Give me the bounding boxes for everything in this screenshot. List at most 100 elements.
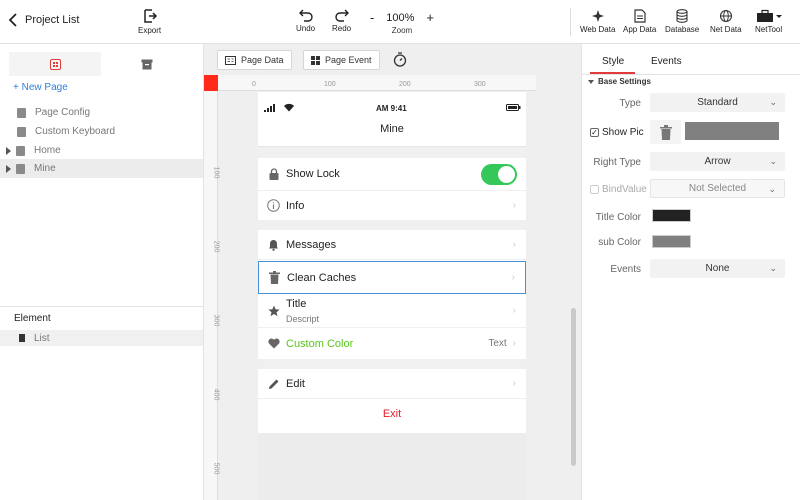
list-row-custom-color[interactable]: Custom Color Text ›	[258, 328, 526, 360]
list-row-show-lock[interactable]: Show Lock	[258, 158, 526, 191]
heart-icon	[267, 338, 280, 349]
zoom-in-button[interactable]: +	[426, 10, 434, 25]
nav-title: Mine	[380, 123, 404, 135]
list-row-info[interactable]: Info ›	[258, 191, 526, 221]
tab-events[interactable]: Events	[651, 56, 682, 67]
list-element-icon	[19, 334, 25, 342]
timer-button[interactable]	[393, 52, 407, 70]
toolbar-divider	[570, 8, 571, 36]
redo-button[interactable]: Redo	[332, 8, 351, 33]
chevron-right-icon: ›	[511, 272, 515, 283]
sub-color-swatch[interactable]	[652, 235, 691, 248]
tab-style[interactable]: Style	[602, 56, 624, 67]
element-item-list[interactable]: List	[0, 330, 203, 346]
list-row-messages[interactable]: Messages ›	[258, 230, 526, 260]
chevron-right-icon: ›	[512, 378, 516, 389]
app-data-button[interactable]: App Data	[623, 9, 656, 34]
show-lock-toggle[interactable]	[481, 163, 517, 185]
zoom-value: 100%	[386, 11, 415, 24]
phone-bottom-area	[258, 433, 526, 500]
pic-preview[interactable]	[685, 122, 779, 140]
toolbox-icon	[756, 9, 782, 22]
page-data-button[interactable]: Page Data	[217, 50, 292, 70]
pic-picker[interactable]	[650, 120, 681, 144]
page-item-home[interactable]: Home	[0, 141, 203, 160]
web-data-button[interactable]: Web Data	[580, 9, 615, 34]
events-select[interactable]: None ⌄	[650, 259, 785, 278]
trash-icon	[659, 124, 672, 140]
row-value-text: Text	[488, 338, 507, 349]
bind-value-checkbox-row[interactable]: BindValue	[590, 184, 647, 195]
toggle-knob	[498, 165, 515, 183]
horizontal-ruler: 0 100 200 300	[218, 75, 536, 91]
page-item-mine[interactable]: Mine	[0, 159, 203, 178]
page-event-button[interactable]: Page Event	[303, 50, 380, 70]
document-icon	[634, 9, 646, 23]
tab-pages[interactable]	[9, 52, 101, 76]
vertical-ruler: 100 200 300 400 500	[204, 91, 219, 500]
database-icon	[676, 9, 688, 23]
zoom-out-button[interactable]: -	[370, 10, 374, 25]
chevron-down-icon: ⌄	[769, 156, 777, 166]
back-label: Project List	[25, 14, 80, 26]
page-icon	[17, 126, 26, 137]
battery-icon	[506, 104, 521, 111]
right-type-select[interactable]: Arrow ⌄	[650, 152, 785, 171]
trash-icon	[268, 271, 281, 284]
archive-icon	[141, 59, 153, 69]
tab-archive[interactable]	[101, 52, 193, 76]
pencil-icon	[267, 378, 280, 390]
section-gap	[258, 221, 526, 230]
new-page-button[interactable]: + New Page	[13, 82, 68, 93]
zoom-label: Zoom	[391, 26, 413, 35]
info-icon	[267, 199, 280, 212]
list-row-edit[interactable]: Edit ›	[258, 369, 526, 399]
show-pic-checkbox-row[interactable]: ✓ Show Pic	[590, 127, 644, 138]
redo-icon	[334, 9, 349, 22]
show-pic-checkbox[interactable]: ✓	[590, 128, 599, 137]
top-toolbar: Project List Export Undo Redo - 100% + Z…	[0, 0, 800, 44]
properties-panel: Style Events Base Settings Type Standard…	[581, 44, 800, 500]
ruler-corner-marker	[204, 75, 218, 91]
star-icon	[267, 305, 280, 317]
net-data-button[interactable]: Net Data	[710, 9, 742, 34]
grid-event-icon	[311, 55, 320, 65]
signal-icon	[264, 104, 275, 112]
row-title-text: Title	[286, 297, 307, 310]
title-color-swatch[interactable]	[652, 209, 691, 222]
bell-icon	[267, 239, 280, 251]
web-data-icon	[591, 10, 604, 22]
bind-value-select[interactable]: Not Selected ⌄	[650, 179, 785, 198]
list-row-clean-caches[interactable]: Clean Caches ›	[258, 261, 526, 294]
database-button[interactable]: Database	[665, 9, 699, 34]
page-icon	[16, 163, 25, 174]
exit-button[interactable]: Exit	[258, 408, 526, 420]
type-select[interactable]: Standard ⌄	[650, 93, 785, 112]
page-data-icon	[225, 55, 236, 65]
lock-icon	[267, 168, 280, 180]
undo-button[interactable]: Undo	[296, 8, 315, 33]
undo-icon	[298, 9, 313, 22]
list-row-title[interactable]: Title Descript ›	[258, 294, 526, 328]
export-button[interactable]: Export	[138, 8, 161, 35]
element-section-divider	[0, 306, 203, 307]
canvas-scrollbar[interactable]	[571, 308, 576, 466]
back-button[interactable]: Project List	[8, 13, 79, 27]
page-item-config[interactable]: Page Config	[0, 103, 203, 122]
chevron-down-icon: ⌄	[769, 97, 777, 107]
expand-arrow-icon[interactable]	[6, 164, 11, 173]
chevron-right-icon: ›	[512, 305, 516, 316]
section-gap	[258, 147, 526, 158]
bind-value-checkbox[interactable]	[590, 185, 599, 194]
nettool-button[interactable]: NetTool	[755, 9, 782, 34]
left-panel-tabs	[0, 52, 204, 76]
chevron-right-icon: ›	[512, 338, 516, 349]
section-header-base-settings[interactable]: Base Settings	[588, 77, 651, 86]
chevron-down-icon: ⌄	[769, 263, 777, 273]
expand-arrow-icon[interactable]	[6, 146, 11, 155]
chevron-left-icon	[8, 13, 17, 27]
section-gap	[258, 360, 526, 369]
row-subtitle-text: Descript	[286, 313, 320, 324]
page-item-custom-keyboard[interactable]: Custom Keyboard	[0, 122, 203, 141]
status-bar: AM 9:41	[258, 92, 526, 124]
